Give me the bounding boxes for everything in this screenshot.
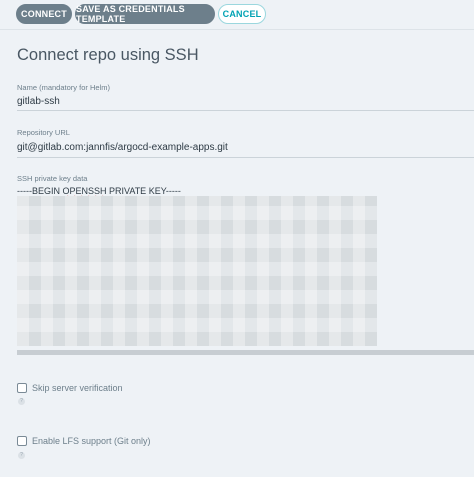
ssh-private-key-textarea-blurred[interactable] [17, 196, 377, 346]
enable-lfs-checkbox[interactable] [17, 436, 27, 446]
name-field[interactable]: gitlab-ssh [17, 96, 60, 107]
question-circle-icon[interactable]: ? [18, 398, 25, 405]
connect-button[interactable]: CONNECT [16, 4, 72, 24]
enable-lfs-label: Enable LFS support (Git only) [32, 436, 151, 446]
toolbar: CONNECT SAVE AS CREDENTIALS TEMPLATE CAN… [0, 0, 474, 29]
ssh-key-label: SSH private key data [17, 174, 88, 183]
repo-url-label: Repository URL [17, 128, 70, 137]
repo-url-field[interactable]: git@gitlab.com:jannfis/argocd-example-ap… [17, 142, 228, 153]
question-circle-icon[interactable]: ? [18, 452, 25, 459]
name-field-underline [17, 110, 474, 111]
ssh-key-spell-word: OPENSSH [62, 186, 107, 196]
enable-lfs-row[interactable]: Enable LFS support (Git only) [17, 436, 151, 446]
cancel-button[interactable]: CANCEL [218, 4, 266, 24]
skip-server-verification-checkbox[interactable] [17, 383, 27, 393]
ssh-key-scrollbar[interactable] [17, 350, 474, 355]
skip-server-verification-row[interactable]: Skip server verification [17, 383, 123, 393]
page-title: Connect repo using SSH [17, 46, 199, 64]
skip-server-verification-label: Skip server verification [32, 383, 123, 393]
save-as-credentials-template-button[interactable]: SAVE AS CREDENTIALS TEMPLATE [75, 4, 215, 24]
name-field-label: Name (mandatory for Helm) [17, 83, 110, 92]
ssh-key-suffix: PRIVATE KEY----- [106, 186, 181, 196]
repo-url-underline [17, 157, 474, 158]
ssh-key-prefix: -----BEGIN [17, 186, 63, 196]
ssh-key-first-line: -----BEGIN OPENSSH PRIVATE KEY----- [17, 186, 181, 196]
